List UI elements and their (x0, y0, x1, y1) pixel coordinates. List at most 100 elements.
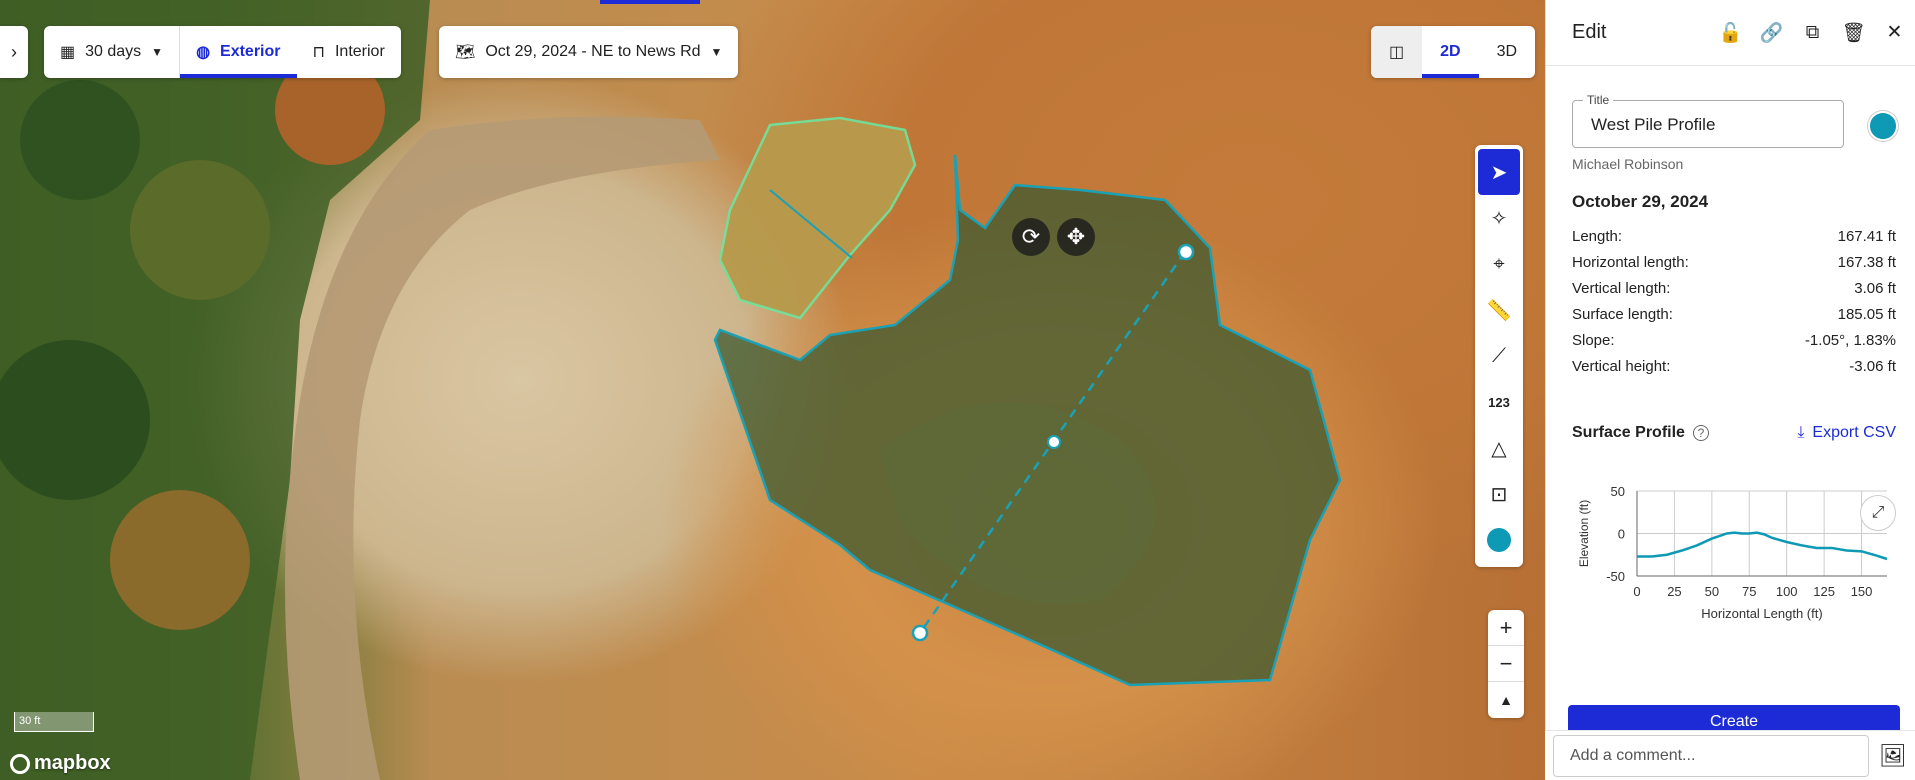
globe-icon: ◍ (196, 44, 211, 61)
caret-down-icon: ▼ (710, 45, 723, 59)
comment-input[interactable] (1553, 734, 1869, 777)
stat-label: Vertical height: (1572, 358, 1671, 375)
stat-label: Vertical length: (1572, 280, 1671, 297)
title-field-value: West Pile Profile (1591, 115, 1716, 134)
stat-value: -1.05°, 1.83% (1804, 332, 1896, 349)
cursor-icon: ➤ (1490, 161, 1508, 184)
add-image-icon[interactable]: 🖼 (1879, 743, 1907, 769)
close-icon[interactable]: ✕ (1874, 12, 1915, 53)
count-label: 123 (1488, 394, 1510, 410)
x-tick-label: 25 (1667, 584, 1681, 599)
count-tool[interactable]: 123 (1478, 379, 1520, 425)
rotate-icon[interactable]: ⟳ (1012, 218, 1050, 256)
caret-down-icon: ▼ (151, 45, 164, 59)
split-view-icon: ◫ (1389, 44, 1405, 61)
polyline-icon: ⟋ (1492, 344, 1506, 367)
y-tick-label: 0 (1618, 527, 1625, 542)
time-range-toolbar: ▦ 30 days ▼ ◍ Exterior ⊓ Interior (44, 26, 401, 78)
stat-row: Length: 167.41 ft (1572, 228, 1896, 254)
map-scale: 30 ft (14, 712, 94, 732)
x-tick-label: 0 (1633, 584, 1640, 599)
edit-panel-header: Edit 🔓 🔗 ⧉ 🗑 ✕ (1546, 0, 1915, 66)
stat-label: Length: (1572, 228, 1623, 245)
stat-value: 167.38 ft (1837, 254, 1896, 271)
volume-tool[interactable]: △ (1478, 425, 1520, 471)
panel-title: Edit (1572, 21, 1607, 43)
title-field-label: Title (1583, 93, 1614, 107)
stat-value: 167.41 ft (1837, 228, 1896, 245)
location-tool[interactable]: ⌖ (1478, 241, 1520, 287)
stat-value: -3.06 ft (1849, 358, 1896, 375)
x-tick-label: 150 (1851, 584, 1873, 599)
stat-label: Slope: (1572, 332, 1615, 349)
annotation-date: October 29, 2024 (1572, 192, 1709, 211)
tab-3d[interactable]: 3D (1479, 26, 1535, 78)
stat-row: Vertical height: -3.06 ft (1572, 358, 1896, 384)
compare-button[interactable]: ◫ (1371, 26, 1423, 78)
x-tick-label: 100 (1776, 584, 1798, 599)
edit-panel: Edit 🔓 🔗 ⧉ 🗑 ✕ Title West Pile Profile M… (1545, 0, 1915, 780)
measure-tool[interactable]: 📏 (1478, 287, 1520, 333)
app-root: ⟳ ✥ 30 ft mapbox › ▦ 30 days ▼ ◍ Exterio… (0, 0, 1915, 780)
magic-tool[interactable]: ✧ (1478, 195, 1520, 241)
copy-icon[interactable]: ⧉ (1792, 12, 1833, 53)
tab-exterior-label: Exterior (220, 43, 281, 60)
ruler-icon: 📏 (1486, 299, 1512, 322)
mapbox-logo: mapbox (10, 752, 111, 775)
surface-profile-chart: 0 25 50 75 100 125 150 50 0 -50 Horizontal Length … (1577, 484, 1888, 621)
mapbox-icon (10, 753, 30, 774)
surface-profile-label: Surface Profile (1572, 424, 1685, 441)
comment-bar: 🖼 (1545, 730, 1915, 780)
x-axis-label: Horizontal Length (ft) (1701, 606, 1822, 621)
color-tool[interactable] (1478, 517, 1520, 563)
chevron-right-icon: › (11, 41, 17, 62)
surface-profile-title: Surface Profile ? (1572, 424, 1709, 442)
annotation-tools: ➤ ✧ ⌖ 📏 ⟋ 123 △ ⊡ (1475, 145, 1523, 567)
color-swatch (1487, 528, 1511, 552)
tab-exterior[interactable]: ◍ Exterior (180, 26, 297, 78)
tab-interior[interactable]: ⊓ Interior (297, 26, 401, 78)
volume-icon: △ (1491, 437, 1507, 460)
zoom-out-button[interactable]: − (1488, 646, 1524, 682)
floorplan-icon: ⊓ (312, 44, 325, 61)
tab-2d[interactable]: 2D (1422, 26, 1480, 78)
issue-tool[interactable]: ⊡ (1478, 471, 1520, 517)
annotation-color-picker[interactable] (1868, 111, 1898, 141)
issue-icon: ⊡ (1490, 483, 1508, 506)
view-mode-toggle: ◫ 2D 3D (1371, 26, 1536, 78)
sparkle-icon: ✧ (1490, 207, 1508, 230)
map-overlay (0, 0, 1342, 780)
y-axis-label: Elevation (ft) (1577, 500, 1591, 567)
author-name: Michael Robinson (1572, 156, 1684, 172)
zoom-in-button[interactable]: + (1488, 610, 1524, 646)
stat-row: Surface length: 185.05 ft (1572, 306, 1896, 332)
export-csv-button[interactable]: ⤓ Export CSV (1797, 424, 1896, 442)
zoom-controls: + − ▲ (1488, 610, 1524, 718)
stat-label: Horizontal length: (1572, 254, 1689, 271)
lock-icon[interactable]: 🔓 (1710, 12, 1751, 53)
polyline-tool[interactable]: ⟋ (1478, 333, 1520, 379)
expand-sidebar-button[interactable]: › (0, 26, 28, 78)
stat-row: Horizontal length: 167.38 ft (1572, 254, 1896, 280)
tab-interior-label: Interior (334, 43, 385, 60)
help-icon[interactable]: ? (1692, 425, 1709, 441)
y-tick-label: 50 (1611, 484, 1625, 499)
move-icon[interactable]: ✥ (1057, 218, 1095, 256)
expand-icon[interactable]: ⤢ (1860, 495, 1896, 531)
calendar-icon: ▦ (60, 44, 76, 61)
flight-date-select[interactable]: 🗺 Oct 29, 2024 - NE to News Rd ▼ (439, 26, 739, 78)
time-range-select[interactable]: ▦ 30 days ▼ (44, 26, 179, 78)
stat-label: Surface length: (1572, 306, 1673, 323)
export-csv-label: Export CSV (1812, 424, 1896, 441)
x-tick-label: 75 (1742, 584, 1756, 599)
select-tool[interactable]: ➤ (1478, 149, 1520, 195)
title-field[interactable]: Title West Pile Profile (1572, 93, 1844, 148)
link-icon[interactable]: 🔗 (1751, 12, 1792, 53)
map-view[interactable]: ⟳ ✥ 30 ft mapbox (0, 0, 1545, 780)
attribution-text: mapbox (34, 752, 111, 774)
location-pin-icon: ⌖ (1493, 252, 1505, 275)
compass-button[interactable]: ▲ (1488, 682, 1524, 718)
stat-value: 185.05 ft (1837, 306, 1896, 323)
map-icon: 🗺 (455, 44, 476, 61)
trash-icon[interactable]: 🗑 (1833, 12, 1874, 53)
